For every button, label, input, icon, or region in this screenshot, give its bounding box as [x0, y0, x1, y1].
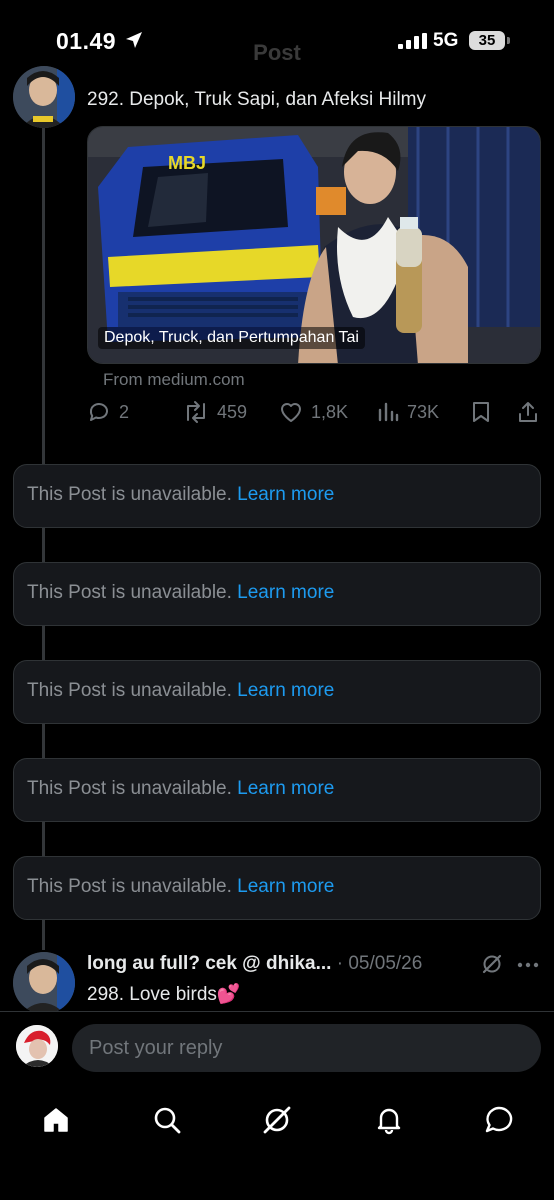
- truck-plate-text: MBJ: [168, 153, 206, 173]
- thread-line: [42, 528, 45, 564]
- thread-line: [42, 724, 45, 760]
- tab-grok[interactable]: [257, 1100, 297, 1140]
- tab-notifications[interactable]: [369, 1100, 409, 1140]
- learn-more-link[interactable]: Learn more: [237, 778, 334, 799]
- post-header: long au full? cek @ dhika... · 05/05/26: [87, 953, 422, 975]
- share-button[interactable]: [516, 400, 540, 424]
- thread-line: [42, 128, 45, 468]
- heart-icon: [281, 403, 301, 422]
- share-icon: [519, 402, 537, 422]
- signal-icon: [398, 33, 427, 49]
- unavailable-message: This Post is unavailable.: [27, 778, 232, 799]
- unavailable-message: This Post is unavailable.: [27, 582, 232, 603]
- views-button[interactable]: 73K: [377, 400, 439, 424]
- more-icon[interactable]: [517, 962, 539, 968]
- tab-messages[interactable]: [479, 1100, 519, 1140]
- view-count: 73K: [407, 401, 440, 422]
- bottom-tab-bar: [0, 1080, 554, 1200]
- reply-count: 2: [119, 401, 130, 422]
- reply-input[interactable]: [72, 1024, 541, 1072]
- tab-home[interactable]: [36, 1100, 76, 1140]
- battery-icon: 35: [469, 31, 505, 50]
- home-icon: [44, 1108, 68, 1132]
- unavailable-post: This Post is unavailable. Learn more: [13, 562, 541, 626]
- search-icon: [154, 1107, 181, 1134]
- avatar[interactable]: [13, 952, 75, 1014]
- tab-search[interactable]: [147, 1100, 187, 1140]
- unavailable-message: This Post is unavailable.: [27, 484, 232, 505]
- my-avatar: [16, 1025, 58, 1067]
- messages-icon: [485, 1106, 513, 1133]
- like-count: 1,8K: [311, 401, 349, 422]
- post-text: 298. Love birds💕: [87, 984, 241, 1005]
- like-button[interactable]: 1,8K: [279, 400, 348, 424]
- bookmark-icon: [473, 402, 489, 422]
- grok-icon[interactable]: [481, 953, 503, 975]
- unavailable-post: This Post is unavailable. Learn more: [13, 758, 541, 822]
- unavailable-post: This Post is unavailable. Learn more: [13, 856, 541, 920]
- bookmark-button[interactable]: [470, 400, 492, 424]
- battery-tip: [507, 37, 510, 44]
- views-icon: [378, 402, 399, 422]
- repost-count: 459: [217, 401, 248, 422]
- learn-more-link[interactable]: Learn more: [237, 582, 334, 603]
- learn-more-link[interactable]: Learn more: [237, 484, 334, 505]
- status-bar: 01.49 Post 5G 35: [0, 0, 554, 80]
- learn-more-link[interactable]: Learn more: [237, 680, 334, 701]
- repost-button[interactable]: 459: [183, 400, 247, 424]
- repost-icon: [187, 401, 205, 423]
- unavailable-message: This Post is unavailable.: [27, 876, 232, 897]
- reply-icon: [89, 403, 108, 421]
- avatar[interactable]: [13, 66, 75, 128]
- grok-icon: [263, 1106, 291, 1134]
- thread-line: [42, 626, 45, 662]
- author-name[interactable]: long au full? cek @ dhika...: [87, 953, 331, 974]
- link-preview-card[interactable]: MBJ Depok, Truck, dan Pertumpahan Tai: [87, 126, 541, 364]
- notifications-icon: [377, 1108, 401, 1135]
- post-date: 05/05/26: [348, 953, 423, 974]
- unavailable-post: This Post is unavailable. Learn more: [13, 464, 541, 528]
- post-text: 292. Depok, Truk Sapi, dan Afeksi Hilmy: [87, 89, 426, 110]
- link-preview-caption: Depok, Truck, dan Pertumpahan Tai: [98, 327, 365, 349]
- learn-more-link[interactable]: Learn more: [237, 876, 334, 897]
- post-actions: 2 459 1,8K 73K: [87, 400, 547, 430]
- network-type: 5G: [433, 30, 459, 51]
- unavailable-post: This Post is unavailable. Learn more: [13, 660, 541, 724]
- date-separator: ·: [331, 953, 349, 974]
- link-source[interactable]: From medium.com: [103, 370, 245, 390]
- thread-line: [42, 920, 45, 950]
- thread-line: [42, 822, 45, 858]
- reply-button[interactable]: 2: [87, 400, 129, 424]
- reply-bar: [0, 1012, 554, 1080]
- unavailable-message: This Post is unavailable.: [27, 680, 232, 701]
